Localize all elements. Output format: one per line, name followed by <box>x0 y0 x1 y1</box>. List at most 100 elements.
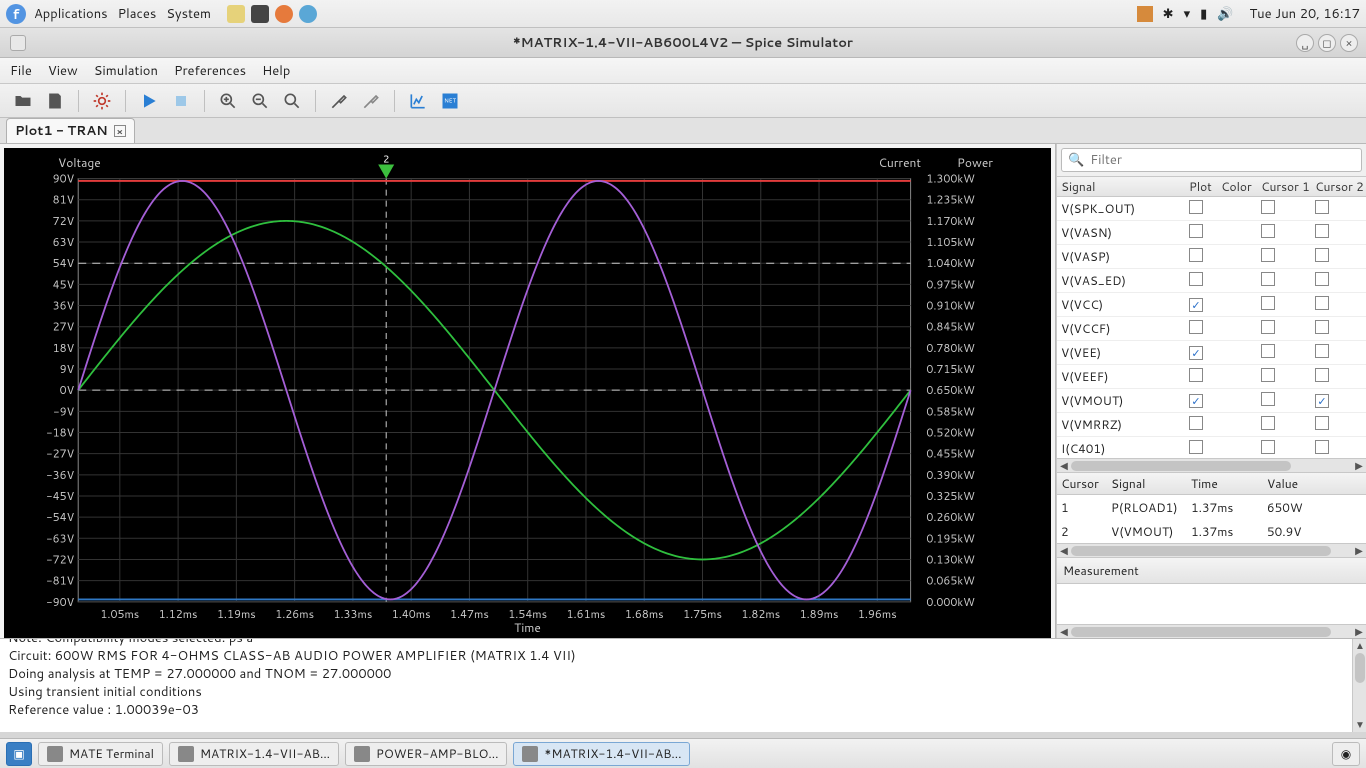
menu-places[interactable]: Places <box>118 5 157 23</box>
plot-checkbox[interactable]: ✓ <box>1189 346 1203 360</box>
firefox-icon[interactable] <box>275 5 293 23</box>
scroll-left-icon[interactable]: ◀ <box>1057 544 1071 558</box>
signal-row[interactable]: V(VCC)✓ <box>1057 293 1366 317</box>
plot-checkbox[interactable] <box>1189 200 1203 214</box>
signal-row[interactable]: V(VEEF) <box>1057 365 1366 389</box>
cursor-row[interactable]: 1P(RLOAD1)1.37ms650W <box>1057 495 1366 519</box>
scroll-right-icon[interactable]: ▶ <box>1352 625 1366 639</box>
filemanager-icon[interactable] <box>227 5 245 23</box>
cursor1-checkbox[interactable] <box>1261 392 1275 406</box>
clock[interactable]: Tue Jun 20, 16:17 <box>1249 5 1360 23</box>
tab-plot1[interactable]: Plot1 - TRAN × <box>6 118 135 143</box>
package-update-icon[interactable] <box>1137 6 1153 22</box>
scroll-left-icon[interactable]: ◀ <box>1057 459 1071 473</box>
tab-close-icon[interactable]: × <box>114 125 126 137</box>
menu-system[interactable]: System <box>166 5 211 23</box>
cursor1-checkbox[interactable] <box>1261 368 1275 382</box>
cursor2-checkbox[interactable] <box>1315 344 1329 358</box>
cursor1-checkbox[interactable] <box>1261 440 1275 454</box>
cursor2-checkbox[interactable] <box>1315 200 1329 214</box>
signal-row[interactable]: V(VASP) <box>1057 245 1366 269</box>
zoom-fit-button[interactable] <box>279 88 305 114</box>
cursor2-checkbox[interactable] <box>1315 416 1329 430</box>
netlist-button[interactable]: NET <box>437 88 463 114</box>
cursor2-checkbox[interactable] <box>1315 224 1329 238</box>
scroll-thumb[interactable] <box>1071 461 1291 471</box>
open-button[interactable] <box>10 88 36 114</box>
cursor-row[interactable]: 2V(VMOUT)1.37ms50.9V <box>1057 519 1366 543</box>
cursor1-checkbox[interactable] <box>1261 224 1275 238</box>
menu-applications[interactable]: Applications <box>34 5 108 23</box>
cursor1-checkbox[interactable] <box>1261 248 1275 262</box>
probe-voltage-button[interactable] <box>326 88 352 114</box>
plot-canvas[interactable]: Voltage Current Power Time 90V81V72V63V5… <box>4 148 1051 640</box>
signal-row[interactable]: I(C401) <box>1057 437 1366 458</box>
menu-preferences[interactable]: Preferences <box>174 62 246 80</box>
probe-current-button[interactable] <box>358 88 384 114</box>
window-minimize-button[interactable]: ␣ <box>1296 34 1314 52</box>
menu-simulation[interactable]: Simulation <box>94 62 158 80</box>
cursor2-checkbox[interactable] <box>1315 296 1329 310</box>
cursor1-checkbox[interactable] <box>1261 416 1275 430</box>
window-control-menu[interactable] <box>10 35 26 51</box>
signal-row[interactable]: V(VCCF) <box>1057 317 1366 341</box>
scroll-thumb[interactable] <box>1355 653 1365 683</box>
cursor1-checkbox[interactable] <box>1261 296 1275 310</box>
plot-config-button[interactable] <box>405 88 431 114</box>
menu-view[interactable]: View <box>48 62 78 80</box>
signal-row[interactable]: V(VEE)✓ <box>1057 341 1366 365</box>
measurement-hscrollbar[interactable]: ◀ ▶ <box>1057 624 1366 638</box>
zoom-out-button[interactable] <box>247 88 273 114</box>
signal-row[interactable]: V(SPK_OUT) <box>1057 197 1366 221</box>
plot-checkbox[interactable] <box>1189 440 1203 454</box>
taskbar-item-spice[interactable]: *MATRIX-1.4-VII-AB... <box>513 742 690 766</box>
show-desktop-button[interactable]: ▣ <box>6 742 32 766</box>
volume-icon[interactable]: 🔊 <box>1217 5 1233 23</box>
cursor1-checkbox[interactable] <box>1261 272 1275 286</box>
taskbar-item-poweramp[interactable]: POWER-AMP-BLO... <box>345 742 507 766</box>
signal-row[interactable]: V(VMRRZ) <box>1057 413 1366 437</box>
scroll-right-icon[interactable]: ▶ <box>1352 544 1366 558</box>
cursor1-checkbox[interactable] <box>1261 344 1275 358</box>
save-button[interactable] <box>42 88 68 114</box>
zoom-in-button[interactable] <box>215 88 241 114</box>
app-launcher-icon[interactable] <box>299 5 317 23</box>
scroll-thumb[interactable] <box>1071 627 1331 637</box>
cursor2-checkbox[interactable]: ✓ <box>1315 394 1329 408</box>
fedora-menu-icon[interactable]: f <box>6 4 26 24</box>
menu-file[interactable]: File <box>10 62 32 80</box>
plot-checkbox[interactable] <box>1189 416 1203 430</box>
scroll-down-icon[interactable]: ▼ <box>1353 718 1366 732</box>
stop-button[interactable] <box>168 88 194 114</box>
console-vscrollbar[interactable]: ▲ ▼ <box>1352 639 1366 732</box>
settings-gear-icon[interactable] <box>89 88 115 114</box>
cursor1-checkbox[interactable] <box>1261 320 1275 334</box>
scroll-thumb[interactable] <box>1071 546 1331 556</box>
plot-checkbox[interactable] <box>1189 224 1203 238</box>
cursor2-checkbox[interactable] <box>1315 272 1329 286</box>
scroll-up-icon[interactable]: ▲ <box>1353 639 1366 653</box>
plot-checkbox[interactable] <box>1189 320 1203 334</box>
cursor2-checkbox[interactable] <box>1315 320 1329 334</box>
signal-hscrollbar[interactable]: ◀ ▶ <box>1057 458 1366 472</box>
signal-row[interactable]: V(VAS_ED) <box>1057 269 1366 293</box>
plot-checkbox[interactable]: ✓ <box>1189 298 1203 312</box>
plot-checkbox[interactable] <box>1189 368 1203 382</box>
cursor2-checkbox[interactable] <box>1315 248 1329 262</box>
plot-checkbox[interactable] <box>1189 272 1203 286</box>
window-close-button[interactable]: × <box>1340 34 1358 52</box>
taskbar-item-kicad[interactable]: MATRIX-1.4-VII-AB... <box>169 742 339 766</box>
signal-row[interactable]: V(VMOUT)✓✓ <box>1057 389 1366 413</box>
plot-checkbox[interactable]: ✓ <box>1189 394 1203 408</box>
run-button[interactable] <box>136 88 162 114</box>
taskbar-item-terminal[interactable]: MATE Terminal <box>38 742 163 766</box>
cursor-hscrollbar[interactable]: ◀ ▶ <box>1057 543 1366 557</box>
signal-row[interactable]: V(VASN) <box>1057 221 1366 245</box>
signal-filter-input[interactable] <box>1090 151 1355 169</box>
battery-icon[interactable]: ▮ <box>1200 5 1207 23</box>
cursor1-checkbox[interactable] <box>1261 200 1275 214</box>
scroll-left-icon[interactable]: ◀ <box>1057 625 1071 639</box>
wifi-icon[interactable]: ▾ <box>1184 5 1191 23</box>
menu-help[interactable]: Help <box>262 62 290 80</box>
cursor2-checkbox[interactable] <box>1315 440 1329 454</box>
